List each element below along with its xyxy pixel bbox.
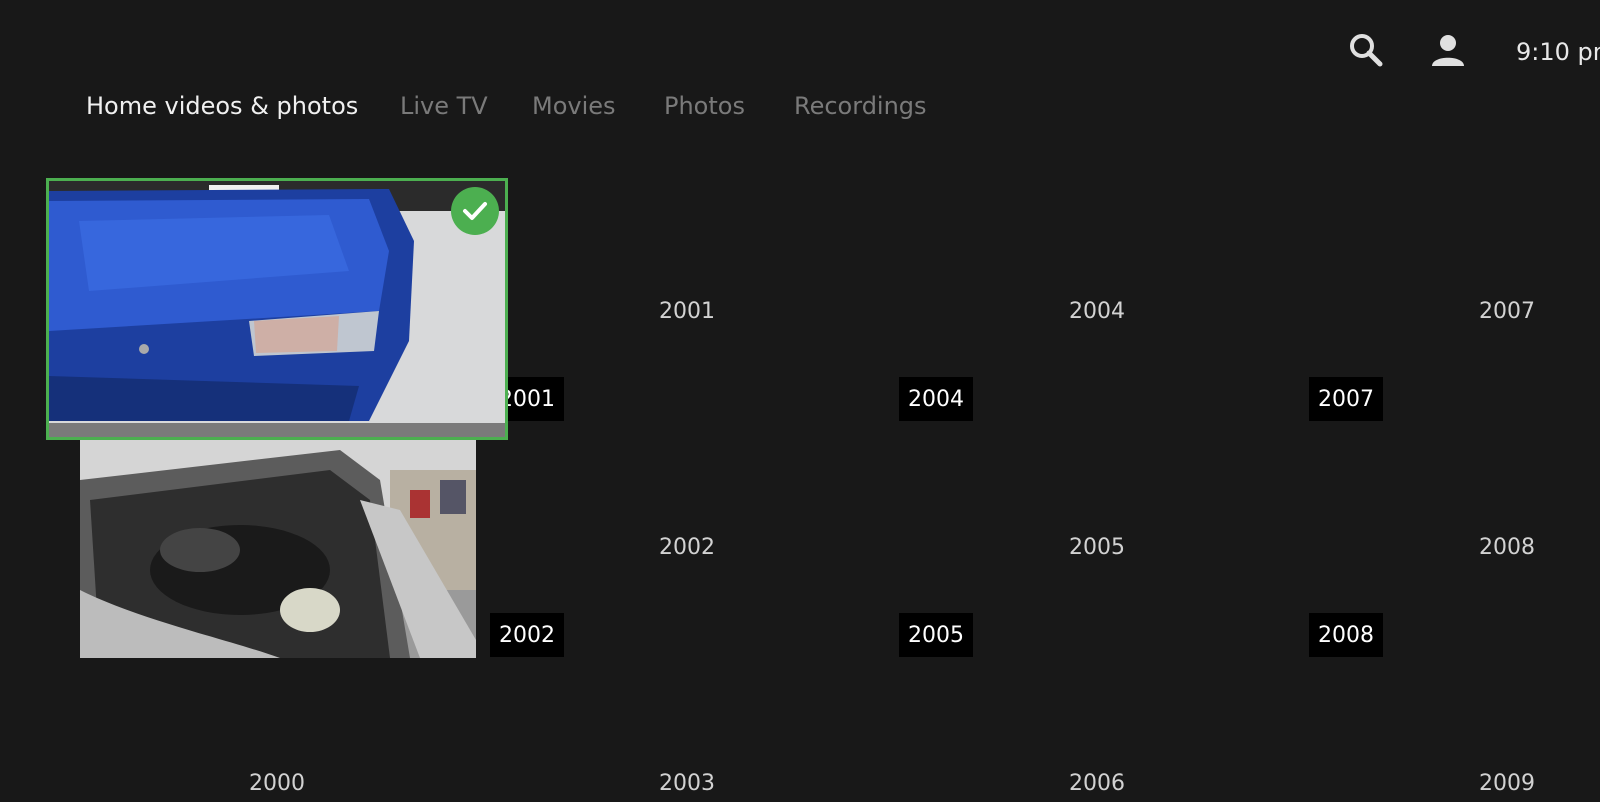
tab-live-tv[interactable]: Live TV (400, 92, 488, 120)
tile-label-2004[interactable]: 2004 (887, 299, 1307, 324)
tab-movies[interactable]: Movies (532, 92, 616, 120)
year-badge-2002: 2002 (490, 613, 564, 657)
tile-label-2003[interactable]: 2003 (477, 771, 897, 796)
checkmark-icon (451, 187, 499, 235)
tile-label-2001[interactable]: 2001 (477, 299, 897, 324)
tab-recordings[interactable]: Recordings (794, 92, 927, 120)
account-icon[interactable] (1428, 30, 1468, 70)
year-badge-2008: 2008 (1309, 613, 1383, 657)
tile-label-2005[interactable]: 2005 (887, 535, 1307, 560)
media-browser: 9:10 pm Home videos & photos Live TV Mov… (0, 0, 1600, 802)
tab-home-videos-photos[interactable]: Home videos & photos (86, 92, 358, 120)
tab-photos[interactable]: Photos (664, 92, 745, 120)
year-badge-2004: 2004 (899, 377, 973, 421)
year-badge-2005: 2005 (899, 613, 973, 657)
photo-thumbnail-engine-bay[interactable] (80, 440, 476, 658)
tile-label-2006[interactable]: 2006 (887, 771, 1307, 796)
year-badge-2007: 2007 (1309, 377, 1383, 421)
tile-label-2007[interactable]: 2007 (1297, 299, 1600, 324)
search-icon[interactable] (1346, 30, 1386, 70)
tile-label-2002[interactable]: 2002 (477, 535, 897, 560)
tile-label-2008[interactable]: 2008 (1297, 535, 1600, 560)
tile-label-2000[interactable]: 2000 (67, 771, 487, 796)
tile-label-2009[interactable]: 2009 (1297, 771, 1600, 796)
clock: 9:10 pm (1516, 38, 1600, 66)
photo-thumbnail-blue-car-selected[interactable] (46, 178, 508, 440)
